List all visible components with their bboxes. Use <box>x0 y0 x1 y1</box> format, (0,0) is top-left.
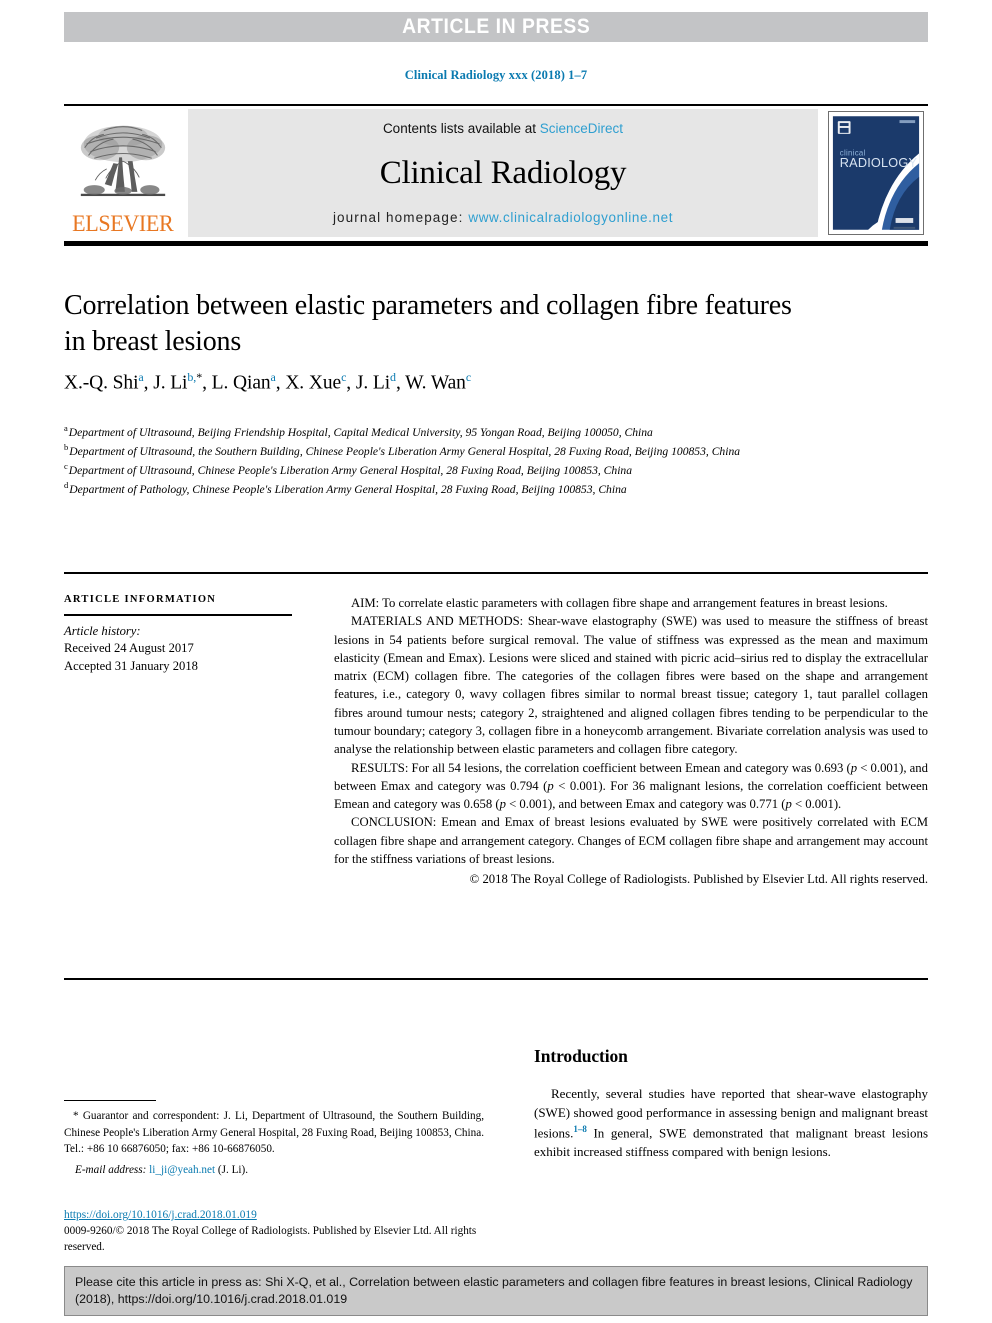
affiliation-list: aDepartment of Ultrasound, Beijing Frien… <box>64 422 864 498</box>
masthead-bottom-rule <box>64 241 928 246</box>
article-history-label: Article history: <box>64 623 141 638</box>
article-accepted-date: Accepted 31 January 2018 <box>64 659 198 674</box>
affiliation-text: Department of Pathology, Chinese People'… <box>69 482 627 496</box>
abstract-copyright: © 2018 The Royal College of Radiologists… <box>469 872 928 887</box>
contents-lists-line: Contents lists available at ScienceDirec… <box>383 121 623 136</box>
affiliation-text: Department of Ultrasound, the Southern B… <box>69 444 741 458</box>
abstract-results: RESULTS: For all 54 lesions, the correla… <box>334 760 928 812</box>
author-affiliation-mark: b, <box>187 369 197 384</box>
journal-homepage-prefix: journal homepage: <box>332 210 469 225</box>
affiliation-mark: d <box>64 480 69 491</box>
abstract-aim: AIM: To correlate elastic parameters wit… <box>351 596 888 610</box>
cite-article-text: Please cite this article in press as: Sh… <box>75 1275 913 1307</box>
journal-homepage-line: journal homepage: www.clinicalradiologyo… <box>333 210 673 225</box>
article-information-rule <box>64 614 292 616</box>
footnote-rule <box>64 1100 156 1102</box>
abstract-bottom-rule <box>64 978 928 980</box>
introduction-paragraph: Recently, several studies have reported … <box>534 1085 928 1162</box>
article-in-press-banner: ARTICLE IN PRESS <box>64 12 928 42</box>
elsevier-wordmark: ELSEVIER <box>72 211 174 236</box>
affiliation-item: dDepartment of Pathology, Chinese People… <box>64 479 864 498</box>
cite-article-footer: Please cite this article in press as: Sh… <box>64 1266 928 1316</box>
email-label: E-mail address: <box>75 1164 147 1177</box>
journal-cover-art: clinical RADIOLOGY <box>829 112 923 234</box>
abstract-materials-methods: MATERIALS AND METHODS: Shear-wave elasto… <box>334 614 928 757</box>
masthead-top-rule <box>64 104 928 106</box>
author-name: X.-Q. Shi <box>64 372 139 394</box>
author-list: X.-Q. Shia, J. Lib,*, L. Qiana, X. Xuec,… <box>64 369 472 394</box>
article-information-heading: ARTICLE INFORMATION <box>64 594 217 605</box>
journal-title: Clinical Radiology <box>379 154 627 191</box>
author-name: X. Xue <box>285 372 342 394</box>
affiliation-item: cDepartment of Ultrasound, Chinese Peopl… <box>64 460 864 479</box>
author-affiliation-mark: c <box>465 369 472 384</box>
article-first-page: ARTICLE IN PRESS Clinical Radiology xxx … <box>0 0 992 1323</box>
author-name: J. Li <box>153 372 188 394</box>
affiliation-mark: b <box>64 442 69 453</box>
masthead-center-panel: Contents lists available at ScienceDirec… <box>188 109 818 237</box>
footnote-block: * Guarantor and correspondent: J. Li, De… <box>64 1100 484 1179</box>
article-in-press-label: ARTICLE IN PRESS <box>401 15 591 38</box>
elsevier-logo: ELSEVIER <box>64 109 182 237</box>
affiliation-text: Department of Ultrasound, Chinese People… <box>68 463 633 477</box>
email-link[interactable]: li_ji@yeah.net <box>149 1164 215 1176</box>
contents-lists-prefix: Contents lists available at <box>382 121 540 136</box>
journal-masthead: ELSEVIER Contents lists available at Sci… <box>64 104 928 246</box>
journal-running-head: Clinical Radiology xxx (2018) 1–7 <box>404 68 588 82</box>
doi-block: https://doi.org/10.1016/j.crad.2018.01.0… <box>64 1208 494 1256</box>
affiliation-item: bDepartment of Ultrasound, the Southern … <box>64 441 864 460</box>
email-owner: (J. Li). <box>217 1164 249 1177</box>
article-information-block: ARTICLE INFORMATION Article history: Rec… <box>64 594 309 676</box>
affiliation-mark: c <box>64 461 68 472</box>
article-received-date: Received 24 August 2017 <box>64 641 194 656</box>
author-name: J. Li <box>355 372 391 394</box>
title-block: Correlation between elastic parameters a… <box>64 288 804 394</box>
journal-cover: clinical RADIOLOGY <box>824 109 928 237</box>
article-title: Correlation between elastic parameters a… <box>64 290 792 357</box>
author-affiliation-mark: c <box>341 369 347 384</box>
journal-cover-thumbnail: clinical RADIOLOGY <box>828 111 924 235</box>
introduction-text-after-ref: In general, SWE demonstrated that malign… <box>534 1125 928 1159</box>
introduction-block: Introduction Recently, several studies h… <box>534 1046 928 1162</box>
reference-marker[interactable]: 1–8 <box>573 1124 587 1134</box>
doi-link[interactable]: https://doi.org/10.1016/j.crad.2018.01.0… <box>64 1208 494 1223</box>
affiliation-item: aDepartment of Ultrasound, Beijing Frien… <box>64 422 864 441</box>
sciencedirect-link[interactable]: ScienceDirect <box>540 121 623 136</box>
author-affiliation-mark: a <box>270 369 276 384</box>
email-note: E-mail address: li_ji@yeah.net (J. Li). <box>64 1162 484 1178</box>
issn-copyright-line: 0009-9260/© 2018 The Royal College of Ra… <box>64 1225 477 1254</box>
svg-text:RADIOLOGY: RADIOLOGY <box>840 155 918 170</box>
author-affiliation-mark: a <box>138 369 144 384</box>
masthead-inner: ELSEVIER Contents lists available at Sci… <box>64 109 928 237</box>
journal-homepage-link[interactable]: www.clinicalradiologyonline.net <box>468 210 673 225</box>
elsevier-tree-icon <box>80 125 166 197</box>
author-name: L. Qian <box>211 372 271 394</box>
abstract-top-rule <box>64 572 928 574</box>
affiliation-mark: a <box>64 423 68 433</box>
corresponding-author-marker: * <box>196 369 203 384</box>
abstract-block: AIM: To correlate elastic parameters wit… <box>334 594 928 889</box>
introduction-heading: Introduction <box>534 1046 628 1066</box>
abstract-conclusion: CONCLUSION: Emean and Emax of breast les… <box>334 815 928 866</box>
author-affiliation-mark: d <box>390 369 396 384</box>
author-name: W. Wan <box>405 372 466 394</box>
affiliation-text: Department of Ultrasound, Beijing Friend… <box>68 425 653 439</box>
corresponding-author-note: * Guarantor and correspondent: J. Li, De… <box>64 1110 484 1155</box>
